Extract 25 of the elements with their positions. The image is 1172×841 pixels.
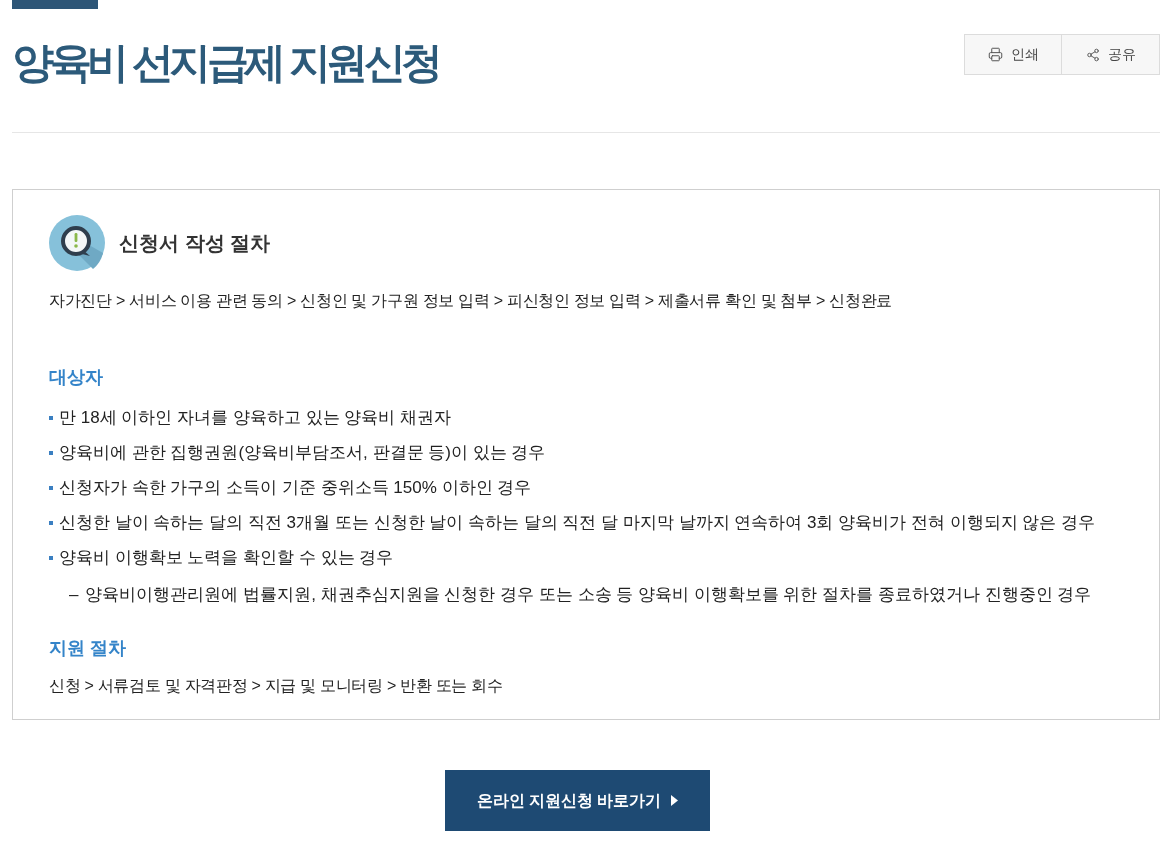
- panel-heading: 신청서 작성 절차: [119, 231, 271, 256]
- dash-marker: –: [69, 583, 79, 606]
- printer-icon: [987, 47, 1003, 62]
- section-heading: 지원 절차: [49, 637, 126, 660]
- share-icon: [1085, 47, 1100, 62]
- list-item-text: 양육비에 관한 집행권원(양육비부담조서, 판결문 등)이 있는 경우: [59, 441, 546, 464]
- print-button[interactable]: 인쇄: [964, 34, 1062, 75]
- section-heading: 대상자: [49, 366, 103, 389]
- page-title: 양육비 선지급제 지원신청: [12, 38, 439, 88]
- bullet-icon: [49, 450, 53, 455]
- bullet-icon: [49, 485, 53, 490]
- online-application-button[interactable]: 온라인 지원신청 바로가기: [445, 770, 710, 831]
- process-steps-text: 자가진단 > 서비스 이용 관련 동의 > 신청인 및 가구원 정보 입력 > 피신청인 정보 입력 > 제출서류 확인 및 첨부 > 신청완료: [49, 291, 892, 311]
- share-button[interactable]: 공유: [1062, 34, 1160, 75]
- caret-right-icon: [671, 795, 679, 806]
- list-item-text: 양육비이행관리원에 법률지원, 채권추심지원을 신청한 경우 또는 소송 등 양육비 이행확보를 위한 절차를 종료하였거나 진행중인 경우: [85, 583, 1092, 606]
- bullet-icon: [49, 415, 53, 420]
- list-item-text: 신청자가 속한 가구의 소득이 기준 중위소득 150% 이하인 경우: [59, 476, 532, 499]
- bullet-icon: [49, 520, 53, 525]
- bullet-icon: [49, 555, 53, 560]
- list-item-text: 만 18세 이하인 자녀를 양육하고 있는 양육비 채권자: [59, 406, 451, 429]
- process-steps-text: 신청 > 서류검토 및 자격판정 > 지급 및 모니터링 > 반환 또는 회수: [49, 676, 503, 696]
- list-item-text: 신청한 날이 속하는 달의 직전 3개월 또는 신청한 날이 속하는 달의 직전 달 마지막 날까지 연속하여 3회 양육비가 전혀 이행되지 않은 경우: [59, 511, 1096, 534]
- list-item-text: 양육비 이행확보 노력을 확인할 수 있는 경우: [59, 546, 394, 569]
- speech-bubble-icon: [49, 215, 105, 271]
